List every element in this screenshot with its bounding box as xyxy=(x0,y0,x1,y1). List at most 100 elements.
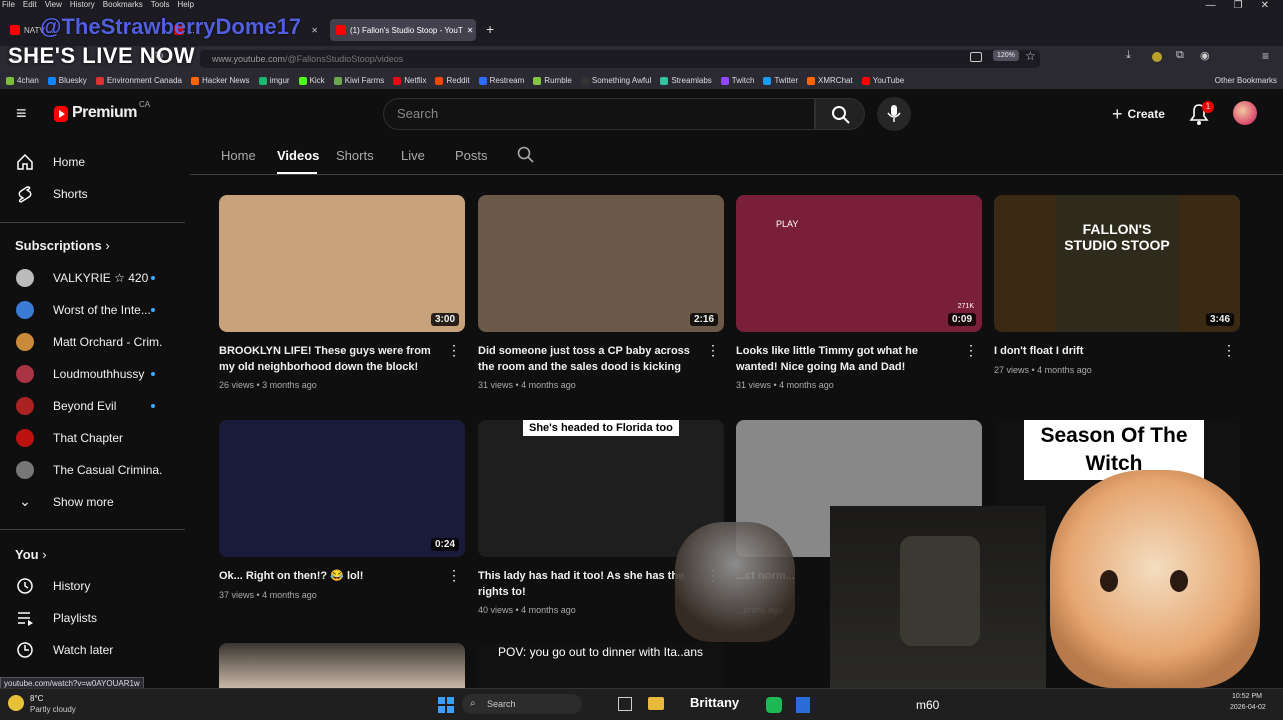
file-explorer-icon[interactable] xyxy=(648,697,664,710)
new-tab-icon[interactable]: + xyxy=(486,21,494,37)
subscriptions-header[interactable]: Subscriptions › xyxy=(15,238,110,253)
app-icon[interactable] xyxy=(766,697,782,713)
youtube-logo-text[interactable]: Premium xyxy=(72,104,137,122)
url-bar[interactable]: www.youtube.com/@FallonsStudioStoop/vide… xyxy=(200,50,1040,68)
sidebar-item-playlists[interactable]: Playlists xyxy=(0,602,185,634)
video-title[interactable]: I don't float I drift xyxy=(994,343,1216,359)
bookmark-item[interactable]: Bluesky xyxy=(47,76,87,85)
extension-icon[interactable] xyxy=(1152,52,1162,62)
you-header[interactable]: You › xyxy=(15,547,47,562)
video-card[interactable]: 2:16 Did someone just toss a CP baby acro… xyxy=(478,195,724,395)
windows-start-icon[interactable] xyxy=(438,697,454,713)
sidebar-item-home[interactable]: Home xyxy=(0,146,185,178)
video-card[interactable]: PLAY 271K 0:09 Looks like little Timmy got … xyxy=(736,195,982,395)
bookmark-item[interactable]: Environment Canada xyxy=(95,76,182,85)
other-bookmarks[interactable]: Other Bookmarks xyxy=(1215,76,1283,85)
video-thumbnail[interactable]: PLAY 271K 0:09 xyxy=(736,195,982,332)
app-icon[interactable] xyxy=(796,697,810,713)
reader-view-icon[interactable] xyxy=(970,52,982,62)
more-actions-icon[interactable]: ⋮ xyxy=(1222,343,1236,357)
bookmark-item[interactable]: Kiwi Farms xyxy=(333,76,384,85)
sidebar-item-label: VALKYRIE ☆ 420 xyxy=(53,271,149,285)
avatar[interactable] xyxy=(1233,101,1257,125)
bookmark-item[interactable]: 4chan xyxy=(6,76,39,85)
bookmark-item[interactable]: Twitter xyxy=(763,76,798,85)
bookmark-item[interactable]: Reddit xyxy=(435,76,470,85)
youtube-logo-icon[interactable] xyxy=(54,106,68,122)
bookmark-item[interactable]: Streamlabs xyxy=(660,76,712,85)
bookmark-item[interactable]: Rumble xyxy=(533,76,572,85)
sidebar-item-shorts[interactable]: Shorts xyxy=(0,178,185,210)
video-thumbnail[interactable]: 2:16 xyxy=(478,195,724,332)
menu-file[interactable]: File xyxy=(2,0,15,10)
bookmark-item[interactable]: Twitch xyxy=(720,76,754,85)
sidebar-item-label: Beyond Evil xyxy=(53,399,117,413)
sidebar-item-subscription[interactable]: That Chapter xyxy=(0,422,185,454)
video-title[interactable]: This lady has had it too! As she has the… xyxy=(478,568,700,600)
video-title[interactable]: Ok... Right on then!? 😂 lol! xyxy=(219,568,441,584)
search-input[interactable]: Search xyxy=(383,98,815,130)
menu-edit[interactable]: Edit xyxy=(23,0,37,10)
extensions-puzzle-icon[interactable]: ⧉ xyxy=(1176,49,1184,62)
video-title[interactable]: Looks like little Timmy got what he want… xyxy=(736,343,958,375)
video-title[interactable]: BROOKLYN LIFE! These guys were from my o… xyxy=(219,343,441,375)
search-button[interactable] xyxy=(815,98,865,130)
sidebar-item-subscription[interactable]: Beyond Evil xyxy=(0,390,185,422)
tab-live[interactable]: Live xyxy=(401,148,425,163)
hamburger-menu-icon[interactable]: ≡ xyxy=(16,104,27,122)
browser-tab-active[interactable]: (1) Fallon's Studio Stoop - YouT ✕ xyxy=(330,19,476,41)
downloads-icon[interactable]: ⤓ xyxy=(1126,49,1131,62)
bookmark-item[interactable]: imgur xyxy=(258,76,290,85)
weather-icon[interactable] xyxy=(8,695,24,711)
video-title[interactable]: Did someone just toss a CP baby across t… xyxy=(478,343,700,375)
tab-videos[interactable]: Videos xyxy=(277,148,319,163)
menu-tools[interactable]: Tools xyxy=(151,0,170,10)
tab-shorts[interactable]: Shorts xyxy=(336,148,374,163)
close-tab-icon[interactable]: ✕ xyxy=(311,26,318,35)
bookmark-item[interactable]: Hacker News xyxy=(190,76,250,85)
bookmark-item[interactable]: Restream xyxy=(478,76,524,85)
video-card[interactable]: 0:24 Ok... Right on then!? 😂 lol! ⋮ 37 view… xyxy=(219,420,465,620)
channel-avatar xyxy=(16,333,34,351)
more-actions-icon[interactable]: ⋮ xyxy=(447,343,461,357)
tab-posts[interactable]: Posts xyxy=(455,148,488,163)
bookmark-item[interactable]: Netflix xyxy=(393,76,426,85)
video-card[interactable]: FALLON'S STUDIO STOOP 3:46 I don't float I… xyxy=(994,195,1240,395)
sidebar-item-history[interactable]: History xyxy=(0,570,185,602)
task-view-icon[interactable] xyxy=(618,697,632,711)
create-button[interactable]: + Create xyxy=(1106,100,1171,128)
sidebar-item-subscription[interactable]: VALKYRIE ☆ 420 xyxy=(0,262,185,294)
sidebar-item-subscription[interactable]: Worst of the Inte... xyxy=(0,294,185,326)
menu-bookmarks[interactable]: Bookmarks xyxy=(103,0,143,10)
tab-home[interactable]: Home xyxy=(221,148,256,163)
bookmark-item[interactable]: YouTube xyxy=(861,76,904,85)
more-actions-icon[interactable]: ⋮ xyxy=(964,343,978,357)
menu-help[interactable]: Help xyxy=(177,0,193,10)
bookmark-item[interactable]: XMRChat xyxy=(807,76,853,85)
sidebar-item-subscription[interactable]: The Casual Crimina... xyxy=(0,454,185,486)
video-thumbnail[interactable]: POV: you go out to dinner with Ita..ans xyxy=(478,643,724,688)
zoom-level[interactable]: 120% xyxy=(993,50,1019,61)
menu-history[interactable]: History xyxy=(70,0,95,10)
show-more-button[interactable]: ⌄ Show more xyxy=(0,486,185,518)
close-tab-icon[interactable]: ✕ xyxy=(467,26,474,35)
channel-search-icon[interactable] xyxy=(517,146,535,164)
app-menu-icon[interactable]: ≡ xyxy=(1262,49,1269,63)
video-card[interactable]: 3:00 BROOKLYN LIFE! These guys were from … xyxy=(219,195,465,395)
account-icon[interactable]: ◉ xyxy=(1200,49,1210,62)
voice-search-button[interactable] xyxy=(877,97,911,131)
sidebar-item-subscription[interactable]: Matt Orchard - Crim... xyxy=(0,326,185,358)
taskbar-search[interactable]: ⌕ Search xyxy=(462,694,582,714)
sidebar-item-watch-later[interactable]: Watch later xyxy=(0,634,185,666)
video-thumbnail[interactable]: 3:00 xyxy=(219,195,465,332)
bookmark-item[interactable]: Kick xyxy=(298,76,325,85)
bookmark-star-icon[interactable]: ☆ xyxy=(1025,49,1036,63)
video-thumbnail[interactable] xyxy=(219,643,465,688)
video-thumbnail[interactable]: FALLON'S STUDIO STOOP 3:46 xyxy=(994,195,1240,332)
video-thumbnail[interactable]: 0:24 xyxy=(219,420,465,557)
menu-view[interactable]: View xyxy=(45,0,62,10)
more-actions-icon[interactable]: ⋮ xyxy=(447,568,461,582)
more-actions-icon[interactable]: ⋮ xyxy=(706,343,720,357)
bookmark-item[interactable]: Something Awful xyxy=(580,76,651,85)
sidebar-item-subscription[interactable]: Loudmouthhussy xyxy=(0,358,185,390)
